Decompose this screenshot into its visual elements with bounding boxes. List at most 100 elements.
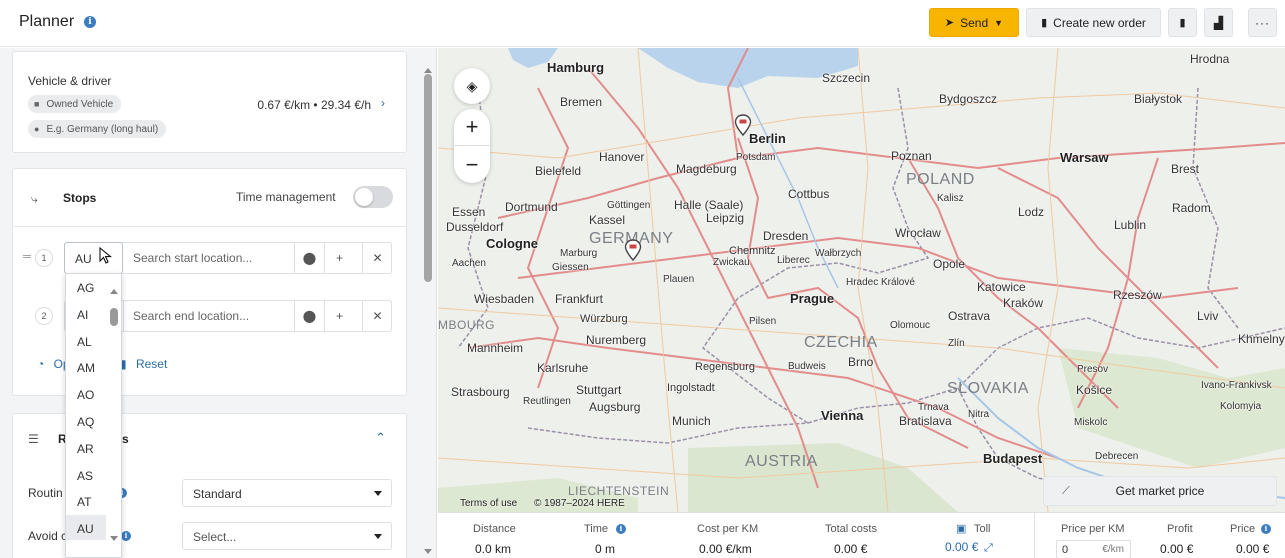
city-label: Kalisz [937,193,964,204]
pin-icon[interactable]: ⬤ [294,301,324,331]
price-value: 0.00 € [1236,542,1270,556]
more-dots-icon: ··· [1255,15,1270,30]
vehicle-rate: 0.67 €/km • 29.34 €/h [257,98,371,112]
city-label: Hradec Králové [846,277,915,288]
send-button[interactable]: ➤ Send ▼ [929,8,1019,37]
pdf-export-button[interactable]: ▮ [1168,8,1197,37]
country-select-1[interactable]: AU [64,242,123,274]
add-stop-icon[interactable]: + [324,301,354,331]
close-icon[interactable]: ✕ [362,243,392,273]
city-label: Aachen [452,258,486,269]
info-icon[interactable]: i [616,524,626,534]
city-label: Opole [933,257,966,271]
stop-number-2: 2 [35,307,53,325]
left-panel-scrollbar[interactable] [423,60,433,558]
toll-value[interactable]: 0.00 € [945,540,978,554]
map-marker-icon[interactable] [624,239,642,261]
avoid-select[interactable]: Select... [182,522,392,550]
city-label: Pilsen [749,316,777,327]
price-label: Price [1230,523,1256,535]
create-new-order-button[interactable]: ▮ Create new order [1026,8,1161,37]
chevron-right-icon[interactable]: › [381,96,385,110]
close-icon[interactable]: ✕ [362,301,392,331]
country-option[interactable]: AS [66,462,106,487]
city-label: Kolomyia [1220,401,1262,412]
city-label: Göttingen [607,200,651,211]
city-label: Nitra [968,409,990,420]
owned-vehicle-label: Owned Vehicle [46,98,114,110]
info-icon[interactable]: i [1261,524,1271,534]
country-option[interactable]: AM [66,354,106,379]
time-management-toggle[interactable] [353,186,393,208]
pin-icon[interactable]: ⬤ [294,243,324,273]
price-per-km-input[interactable]: 0 €/km [1056,540,1131,558]
city-label: Karlsruhe [537,361,589,375]
distance-label: Distance [473,523,516,535]
scroll-up-arrow[interactable] [110,289,118,294]
city-label: Dortmund [505,200,558,214]
city-label: Budapest [983,451,1043,466]
drag-handle-icon[interactable]: ═ [23,251,31,263]
profit-value: 0.00 € [1160,542,1194,556]
country-option[interactable]: AI [66,301,106,326]
country-option[interactable]: AL [66,328,106,353]
country-option[interactable]: AG [66,274,106,299]
end-location-input[interactable]: Search end location... [133,309,249,323]
vehicle-driver-card[interactable]: Vehicle & driver ■ Owned Vehicle ● E.g. … [12,51,407,153]
expand-icon[interactable]: ⤢ [984,542,993,555]
more-menu-button[interactable]: ··· [1248,8,1277,37]
info-icon[interactable]: i [121,531,131,541]
city-label: Potsdam [736,152,776,163]
city-label: Košice [1076,383,1113,397]
time-value: 0 m [595,542,616,556]
city-label: Liberec [777,255,810,266]
city-label: Leipzig [706,211,745,225]
city-label: Stuttgart [576,383,622,397]
chart-icon: ⟋ [1062,485,1070,497]
start-location-input[interactable]: Search start location... [133,251,252,265]
pdf-icon: ▮ [1179,17,1186,29]
document-icon: ▮ [1041,17,1048,29]
city-label: Khmelnyts [1238,332,1285,346]
city-label: Warsaw [1060,150,1109,165]
zoom-in-button[interactable]: + [454,109,490,146]
distance-value: 0.0 km [475,542,512,556]
top-bar: Planner i ➤ Send ▼ ▮ Create new order ▮ … [0,0,1285,47]
reset-button[interactable]: ▮ Reset [120,357,167,371]
zoom-out-button[interactable]: − [454,146,490,183]
profit-label: Profit [1167,523,1193,535]
scroll-down-arrow[interactable] [424,549,432,554]
get-market-price-button[interactable]: ⟋ Get market price [1043,476,1277,506]
country-option[interactable]: AR [66,435,106,460]
country-option[interactable]: AT [66,488,106,513]
layers-icon: ◈ [466,77,478,94]
layers-button[interactable]: ◈ [454,68,490,104]
map-marker-icon[interactable] [734,114,752,136]
price-per-km-value: 0 [1062,544,1069,556]
scrollbar-thumb[interactable] [110,308,118,326]
country-option[interactable]: AQ [66,408,106,433]
city-label: Poznan [891,149,932,163]
routing-select[interactable]: Standard [182,479,392,507]
info-icon[interactable]: i [84,16,96,28]
chevron-up-icon[interactable]: ⌃ [375,430,386,446]
driver-profile-chip: ● E.g. Germany (long haul) [28,120,167,138]
chart-icon: ▟ [1213,15,1224,30]
city-label: Wrocław [895,226,941,240]
terms-of-use-link[interactable]: Terms of use [460,498,517,509]
map-view[interactable]: Hamburg Szczecin Hrodna Bremen Bydgoszcz… [438,48,1285,512]
city-label: Augsburg [589,400,641,414]
country-option[interactable]: AU [66,515,106,541]
country-option[interactable]: AO [66,381,106,406]
country-dropdown[interactable]: AG AI AL AM AO AQ AR AS AT AU [65,273,122,558]
scroll-down-arrow[interactable] [110,536,118,541]
mouse-cursor [99,247,113,264]
scroll-up-arrow[interactable] [424,68,432,73]
scrollbar-thumb[interactable] [424,74,432,282]
city-label: Nuremberg [586,333,647,347]
vehicle-driver-title: Vehicle & driver [28,74,112,88]
driver-profile-label: E.g. Germany (long haul) [46,123,159,135]
chart-button[interactable]: ▟ [1204,8,1233,37]
city-label: Giessen [552,262,589,273]
add-stop-icon[interactable]: + [324,243,354,273]
